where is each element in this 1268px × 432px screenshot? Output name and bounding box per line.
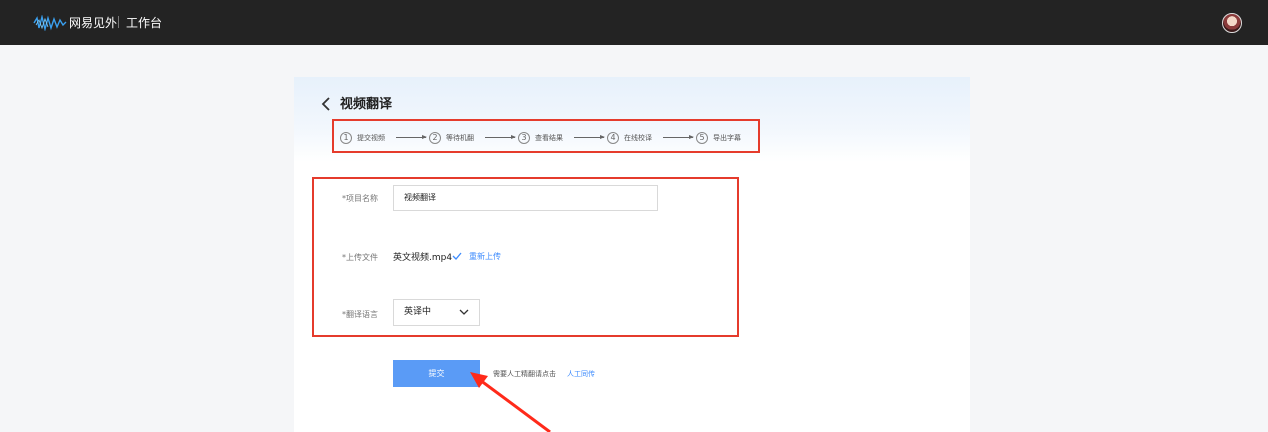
step-arrow-icon: [485, 135, 516, 139]
brand-name[interactable]: 网易见外: [69, 15, 117, 31]
step-export-subtitles: 5 导出字幕: [696, 131, 741, 145]
step-label: 提交视频: [357, 134, 385, 142]
project-name-label: *项目名称: [342, 194, 378, 203]
check-icon: [452, 252, 462, 260]
reupload-link[interactable]: 重新上传: [469, 251, 501, 262]
step-number: 4: [607, 132, 619, 144]
step-online-proofread: 4 在线校译: [607, 131, 652, 145]
chevron-down-icon[interactable]: [459, 309, 469, 316]
step-arrow-icon: [574, 135, 605, 139]
project-name-input[interactable]: 视频翻译: [393, 185, 658, 211]
step-number: 3: [518, 132, 530, 144]
step-number: 5: [696, 132, 708, 144]
step-label: 在线校译: [624, 134, 652, 142]
uploaded-file-name: 英文视频.mp4: [393, 253, 453, 263]
top-bar: 网易见外 工作台: [0, 0, 1268, 45]
step-number: 1: [340, 132, 352, 144]
steps-progress: 1 提交视频 2 等待机翻 3 查看结果 4 在线校译 5 导出字幕: [332, 119, 760, 153]
step-label: 导出字幕: [713, 134, 741, 142]
step-number: 2: [429, 132, 441, 144]
wave-logo-icon[interactable]: [33, 15, 67, 31]
step-arrow-icon: [396, 135, 427, 139]
step-arrow-icon: [663, 135, 694, 139]
language-label: *翻译语言: [342, 310, 378, 319]
upload-file-label: *上传文件: [342, 253, 378, 262]
step-label: 等待机翻: [446, 134, 474, 142]
user-avatar[interactable]: [1222, 13, 1242, 33]
annotation-arrow-icon: [470, 372, 551, 432]
step-view-result: 3 查看结果: [518, 131, 563, 145]
step-submit-video: 1 提交视频: [340, 131, 385, 145]
step-machine-translate: 2 等待机翻: [429, 131, 474, 145]
manual-interpret-link[interactable]: 人工同传: [567, 369, 595, 379]
page-title: 视频翻译: [340, 97, 393, 112]
step-label: 查看结果: [535, 134, 563, 142]
workspace-link[interactable]: 工作台: [126, 15, 162, 31]
brand-divider: [118, 16, 119, 28]
chevron-left-icon[interactable]: [320, 97, 332, 111]
